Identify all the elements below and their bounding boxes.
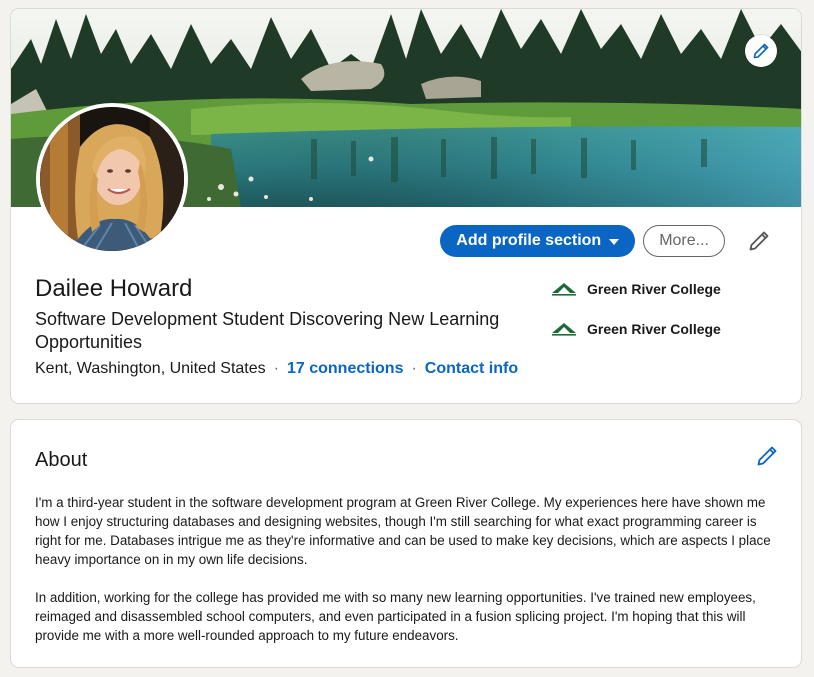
education-item[interactable]: Green River College — [551, 277, 721, 301]
profile-location: Kent, Washington, United States — [35, 360, 266, 377]
contact-info-link[interactable]: Contact info — [425, 359, 518, 379]
add-profile-section-label: Add profile section — [456, 232, 602, 249]
education-list: Green River College Green River College — [551, 277, 721, 357]
connections-link[interactable]: 17 connections — [287, 359, 403, 379]
separator-dot: · — [411, 360, 417, 377]
school-name: Green River College — [587, 281, 721, 297]
about-paragraph: In addition, working for the college has… — [35, 590, 756, 643]
edit-about-button[interactable] — [753, 442, 781, 470]
pencil-icon — [749, 231, 769, 251]
about-paragraph: I'm a third-year student in the software… — [35, 495, 771, 567]
edit-cover-button[interactable] — [745, 35, 777, 67]
separator-dot: · — [273, 360, 279, 377]
pencil-icon — [757, 446, 777, 466]
about-card: About I'm a third-year student in the so… — [10, 419, 802, 668]
add-profile-section-button[interactable]: Add profile section — [440, 225, 636, 257]
about-text: I'm a third-year student in the software… — [35, 493, 780, 664]
profile-actions: Add profile section More... — [440, 223, 777, 259]
pencil-icon — [753, 43, 769, 59]
more-button[interactable]: More... — [643, 225, 725, 257]
edit-intro-button[interactable] — [741, 223, 777, 259]
caret-down-icon — [609, 239, 620, 245]
school-name: Green River College — [587, 321, 721, 337]
profile-photo-image — [40, 107, 184, 251]
profile-headline: Software Development Student Discovering… — [35, 309, 500, 352]
profile-top-card: Add profile section More... Dailee Howar… — [10, 8, 802, 404]
about-title: About — [35, 449, 88, 471]
profile-name: Dailee Howard — [35, 275, 193, 302]
more-label: More... — [659, 232, 709, 249]
profile-meta: Kent, Washington, United States · 17 con… — [35, 359, 518, 379]
profile-avatar[interactable] — [36, 103, 188, 255]
school-logo-icon — [552, 283, 576, 296]
school-logo-icon — [552, 323, 576, 336]
education-item[interactable]: Green River College — [551, 317, 721, 341]
